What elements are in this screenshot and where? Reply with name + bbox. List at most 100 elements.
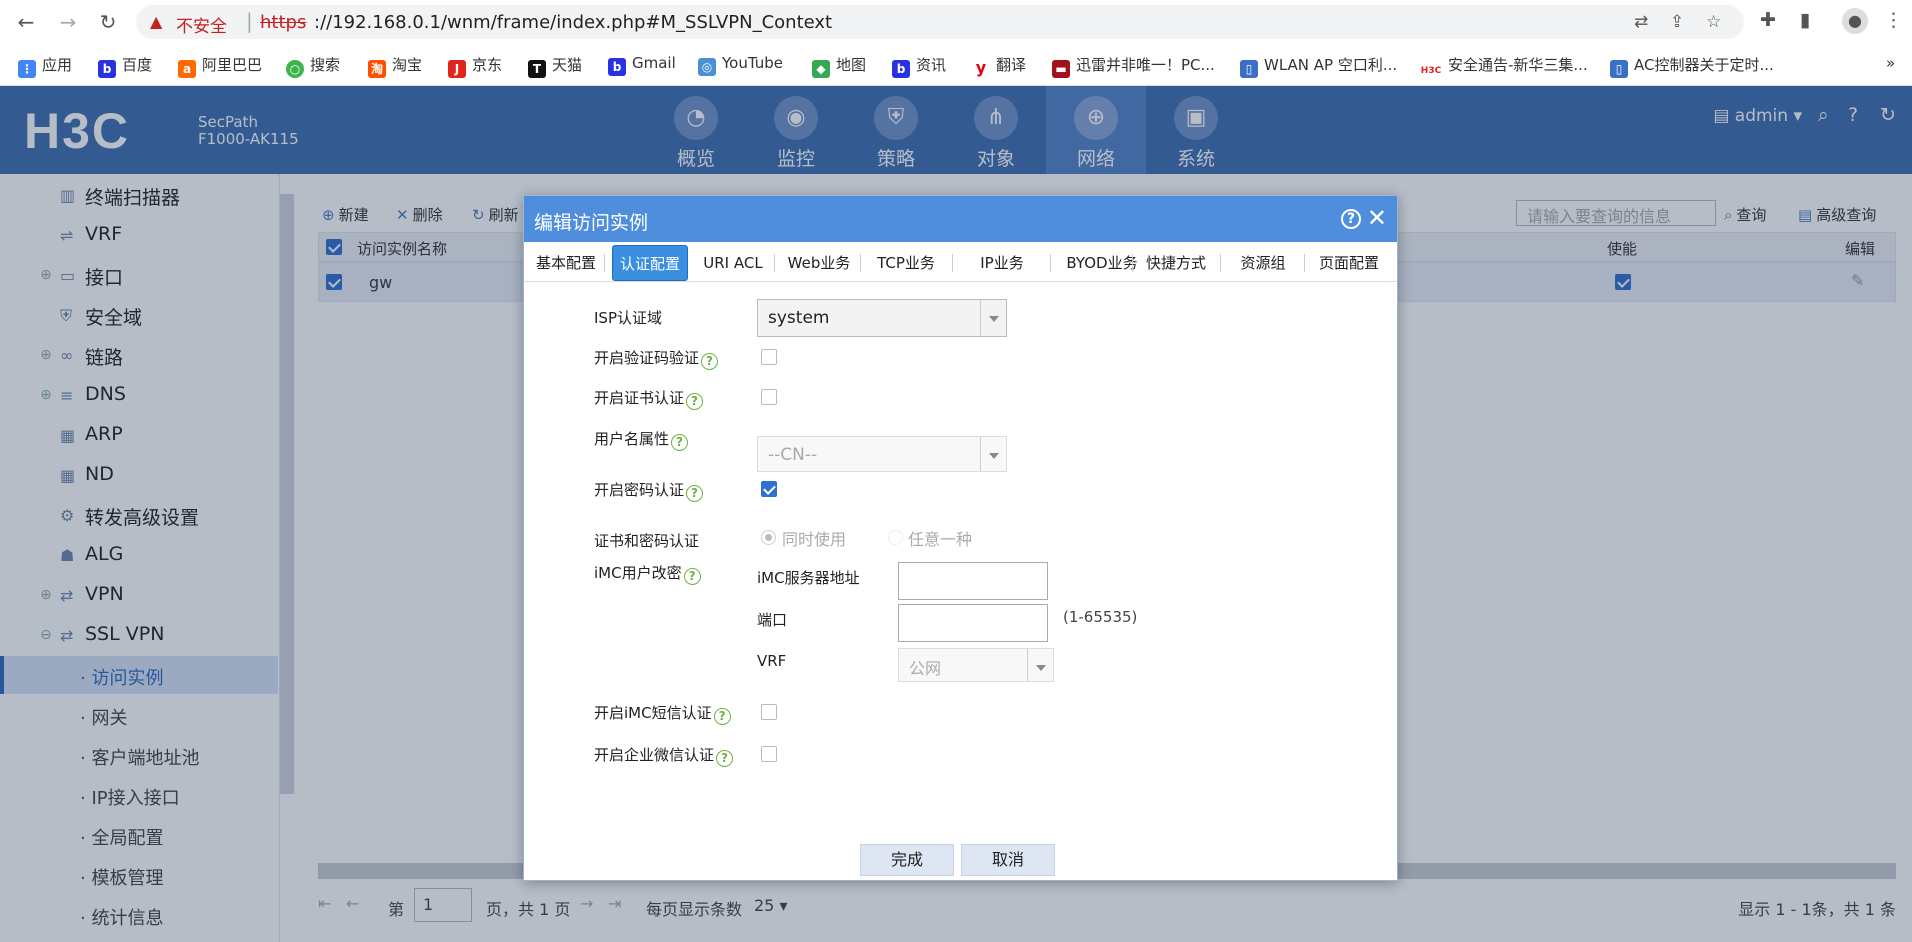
dialog-tabs: 基本配置 认证配置 URI ACL Web业务 TCP业务 IP业务 BYOD业… xyxy=(524,242,1397,282)
map-icon: ◆ xyxy=(812,60,830,78)
bookmark-more[interactable]: » xyxy=(1886,54,1895,72)
help-icon[interactable]: ? xyxy=(686,393,704,410)
tab-byod[interactable]: BYOD业务 xyxy=(1056,250,1148,276)
back-icon[interactable]: ← xyxy=(14,10,38,34)
address-row: ← → ↻ ▲ 不安全 | https ://192.168.0.1/wnm/f… xyxy=(0,0,1912,44)
imc-pwd-label: iMC用户改密? xyxy=(594,562,701,585)
doc-icon: ▯ xyxy=(1610,60,1628,78)
paw-icon: b xyxy=(608,58,626,76)
both-radio[interactable] xyxy=(761,530,776,545)
bookmark-h3c[interactable]: H3C 安全通告-新华三集... xyxy=(1420,54,1588,80)
bookmark-youtube[interactable]: ◎ YouTube xyxy=(698,54,783,76)
help-icon[interactable]: ? xyxy=(701,353,719,370)
bookmark-baidu[interactable]: b 百度 xyxy=(98,54,152,78)
forward-icon[interactable]: → xyxy=(56,10,80,34)
bookmark-search[interactable]: ○ 搜索 xyxy=(286,54,340,78)
bot-icon: ◎ xyxy=(698,58,716,76)
baidu-icon: b xyxy=(98,60,116,78)
bookmark-apps[interactable]: ⋮ 应用 xyxy=(18,54,72,78)
imc-sms-label: 开启iMC短信认证? xyxy=(594,702,731,725)
cancel-button[interactable]: 取消 xyxy=(961,844,1055,876)
search-icon: ○ xyxy=(286,60,304,78)
captcha-label: 开启验证码验证? xyxy=(594,347,719,370)
dialog-title: 编辑访问实例 ? ✕ xyxy=(524,196,1397,242)
share-icon[interactable]: ⇪ xyxy=(1670,12,1684,32)
tab-page-config[interactable]: 页面配置 xyxy=(1310,250,1388,276)
tmall-icon: T xyxy=(528,60,546,78)
url-bar[interactable]: ▲ 不安全 | https ://192.168.0.1/wnm/frame/i… xyxy=(136,5,1744,39)
cert-auth-checkbox[interactable] xyxy=(761,389,777,405)
pwd-auth-label: 开启密码认证? xyxy=(594,479,704,502)
extensions-icon[interactable]: ✚ xyxy=(1760,9,1776,31)
close-icon[interactable]: ✕ xyxy=(1367,206,1387,230)
cert-pwd-label: 证书和密码认证 xyxy=(594,532,700,550)
translate-icon[interactable]: ⇄ xyxy=(1634,12,1648,32)
bookmark-ac[interactable]: ▯ AC控制器关于定时... xyxy=(1610,54,1774,78)
tab-auth[interactable]: 认证配置 xyxy=(612,245,688,281)
bookmark-translate[interactable]: y 翻译 xyxy=(972,54,1026,77)
jd-icon: J xyxy=(448,60,466,78)
bookmark-wlan[interactable]: ▯ WLAN AP 空口利... xyxy=(1240,54,1397,78)
help-icon[interactable]: ? xyxy=(686,485,704,502)
username-attr-label: 用户名属性? xyxy=(594,428,689,451)
sidepanel-icon[interactable]: ▮ xyxy=(1800,9,1810,31)
taobao-icon: 淘 xyxy=(368,60,386,78)
tab-resource-group[interactable]: 资源组 xyxy=(1226,250,1300,276)
either-radio[interactable] xyxy=(888,530,903,545)
edit-access-instance-dialog: 编辑访问实例 ? ✕ 基本配置 认证配置 URI ACL Web业务 TCP业务… xyxy=(523,195,1398,881)
username-attr-select[interactable]: --CN-- xyxy=(757,436,1007,472)
url-separator: | xyxy=(246,9,253,33)
either-label: 任意一种 xyxy=(908,530,973,549)
bookmark-tmall[interactable]: T 天猫 xyxy=(528,54,582,78)
help-icon[interactable]: ? xyxy=(671,434,689,451)
tab-uri-acl[interactable]: URI ACL xyxy=(694,250,772,276)
imc-sms-checkbox[interactable] xyxy=(761,704,777,720)
bookmark-xunlei[interactable]: ▬ 迅雷并非唯一！PC... xyxy=(1052,54,1215,78)
captcha-checkbox[interactable] xyxy=(761,349,777,365)
chevron-down-icon xyxy=(980,300,1006,336)
bookmark-gmail[interactable]: b Gmail xyxy=(608,54,676,76)
port-hint: (1-65535) xyxy=(1063,608,1138,626)
port-label: 端口 xyxy=(757,611,788,629)
bookmark-map[interactable]: ◆ 地图 xyxy=(812,54,866,78)
vrf-select[interactable]: 公网 xyxy=(898,648,1054,682)
alibaba-icon: a xyxy=(178,60,196,78)
help-icon[interactable]: ? xyxy=(1341,209,1361,229)
h3c-icon: H3C xyxy=(1420,62,1442,80)
imc-server-label: iMC服务器地址 xyxy=(757,569,860,587)
vrf-label: VRF xyxy=(757,652,787,670)
apps-icon: ⋮ xyxy=(18,60,36,78)
imc-server-input[interactable] xyxy=(898,562,1048,600)
tab-web[interactable]: Web业务 xyxy=(780,250,858,276)
warning-icon: ▲ xyxy=(150,12,163,31)
bookmark-news[interactable]: b 资讯 xyxy=(892,54,946,78)
bookmark-jd[interactable]: J 京东 xyxy=(448,54,502,78)
xunlei-icon: ▬ xyxy=(1052,60,1070,78)
isp-domain-select[interactable]: system xyxy=(757,299,1007,337)
reload-icon[interactable]: ↻ xyxy=(96,10,120,34)
tab-shortcut[interactable]: 快捷方式 xyxy=(1136,250,1216,276)
pwd-auth-checkbox[interactable] xyxy=(761,481,777,497)
help-icon[interactable]: ? xyxy=(716,750,734,767)
tab-basic[interactable]: 基本配置 xyxy=(530,250,602,276)
bookmarks-bar: ⋮ 应用 b 百度 a 阿里巴巴 ○ 搜索 淘淘宝 J 京东 T 天猫 b Gmail ◎ Yo… xyxy=(0,46,1912,80)
doc-icon: ▯ xyxy=(1240,60,1258,78)
tab-ip[interactable]: IP业务 xyxy=(960,250,1044,276)
port-input[interactable] xyxy=(898,604,1048,642)
help-icon[interactable]: ? xyxy=(713,708,731,725)
ok-button[interactable]: 完成 xyxy=(860,844,954,876)
url-text: ://192.168.0.1/wnm/frame/index.php#M_SSL… xyxy=(314,12,833,33)
help-icon[interactable]: ? xyxy=(683,568,701,585)
translate-y-icon: y xyxy=(972,59,990,77)
star-icon[interactable]: ☆ xyxy=(1706,12,1721,32)
url-protocol: https xyxy=(260,12,307,33)
bookmark-alibaba[interactable]: a 阿里巴巴 xyxy=(178,54,262,78)
insecure-label: 不安全 xyxy=(176,17,227,37)
bookmark-taobao[interactable]: 淘淘宝 xyxy=(368,54,422,78)
tab-tcp[interactable]: TCP业务 xyxy=(866,250,946,276)
menu-icon[interactable]: ⋮ xyxy=(1884,9,1903,31)
both-label: 同时使用 xyxy=(782,530,847,549)
chevron-down-icon xyxy=(980,437,1006,471)
profile-icon[interactable]: ● xyxy=(1842,8,1868,34)
wechat-checkbox[interactable] xyxy=(761,746,777,762)
